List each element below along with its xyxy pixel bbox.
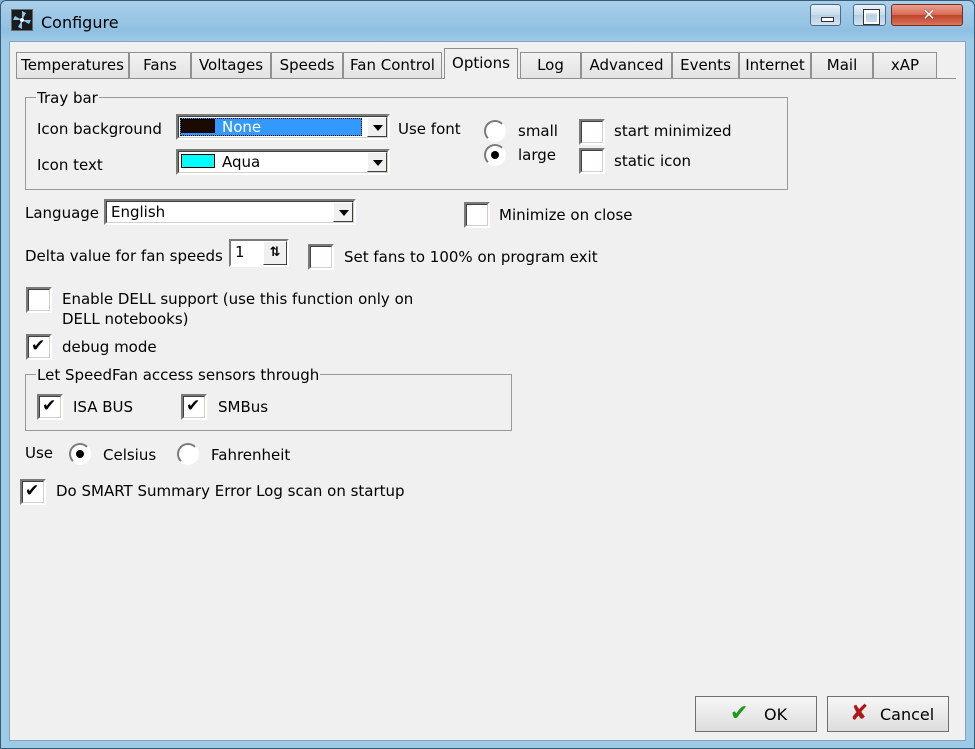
up-down-arrows-icon[interactable]: ⇅ xyxy=(263,241,287,265)
smart-scan-label: Do SMART Summary Error Log scan on start… xyxy=(56,482,405,500)
tab-xap[interactable]: xAP xyxy=(873,52,937,78)
tab-speeds[interactable]: Speeds xyxy=(271,52,343,78)
debug-mode-checkbox[interactable]: ✔ xyxy=(26,334,52,360)
set-fans-100-checkbox[interactable] xyxy=(308,244,334,270)
font-small-label: small xyxy=(518,122,558,140)
chevron-down-icon[interactable] xyxy=(367,152,387,172)
language-select[interactable]: English xyxy=(104,199,356,225)
dell-support-checkbox[interactable] xyxy=(26,287,52,313)
language-value: English xyxy=(111,203,166,221)
dell-support-label-line2: DELL notebooks) xyxy=(62,310,189,328)
checkmark-icon: ✔ xyxy=(25,481,40,501)
traybar-group xyxy=(25,97,788,190)
language-label: Language xyxy=(25,204,100,222)
icon-background-value: None xyxy=(222,118,262,136)
tab-log[interactable]: Log xyxy=(520,52,581,78)
isa-bus-label: ISA BUS xyxy=(73,398,134,416)
minimize-button[interactable] xyxy=(810,4,841,26)
icon-background-swatch xyxy=(181,119,215,133)
window-title: Configure xyxy=(41,13,119,32)
icon-text-swatch xyxy=(181,154,215,168)
static-icon-checkbox[interactable] xyxy=(579,148,605,174)
fahrenheit-label: Fahrenheit xyxy=(211,446,291,464)
title-bar[interactable]: Configure ✕ xyxy=(1,1,974,41)
font-large-radio[interactable] xyxy=(484,144,506,166)
tab-internet[interactable]: Internet xyxy=(739,52,811,78)
tab-advanced[interactable]: Advanced xyxy=(581,52,672,78)
ok-button[interactable]: ✔ OK xyxy=(695,696,817,732)
cancel-button[interactable]: ✘ Cancel xyxy=(827,696,949,732)
start-minimized-checkbox[interactable] xyxy=(579,119,605,145)
tab-mail[interactable]: Mail xyxy=(811,52,873,78)
font-small-radio[interactable] xyxy=(484,120,506,142)
isa-bus-checkbox[interactable]: ✔ xyxy=(37,394,63,420)
delta-label: Delta value for fan speeds xyxy=(25,247,223,265)
cancel-button-label: Cancel xyxy=(880,705,935,724)
debug-mode-label: debug mode xyxy=(62,338,157,356)
minimize-on-close-label: Minimize on close xyxy=(499,206,633,224)
dialog-client: Temperatures Fans Voltages Speeds Fan Co… xyxy=(9,41,966,741)
delta-spin-input[interactable]: 1 ⇅ xyxy=(229,239,289,267)
tab-voltages[interactable]: Voltages xyxy=(191,52,271,78)
dell-support-label-line1: Enable DELL support (use this function o… xyxy=(62,290,414,308)
radio-selected-dot xyxy=(491,151,499,159)
smbus-checkbox[interactable]: ✔ xyxy=(181,394,207,420)
static-icon-label: static icon xyxy=(614,152,692,170)
delta-value: 1 xyxy=(235,243,245,261)
close-icon: ✕ xyxy=(922,5,936,24)
icon-background-label: Icon background xyxy=(37,120,162,138)
smart-scan-checkbox[interactable]: ✔ xyxy=(20,479,46,505)
icon-background-select[interactable]: None xyxy=(176,114,390,140)
icon-text-label: Icon text xyxy=(37,156,103,174)
maximize-icon xyxy=(863,9,880,25)
set-fans-100-label: Set fans to 100% on program exit xyxy=(344,248,598,266)
minimize-on-close-checkbox[interactable] xyxy=(464,202,490,228)
sensors-group-title: Let SpeedFan access sensors through xyxy=(36,366,321,384)
chevron-down-icon[interactable] xyxy=(367,117,387,137)
chevron-down-icon[interactable] xyxy=(333,202,353,222)
font-large-label: large xyxy=(518,146,557,164)
close-button[interactable]: ✕ xyxy=(891,4,963,26)
cross-icon: ✘ xyxy=(850,701,869,726)
fahrenheit-radio[interactable] xyxy=(177,443,199,465)
use-font-label: Use font xyxy=(398,120,461,138)
tab-events[interactable]: Events xyxy=(672,52,739,78)
start-minimized-label: start minimized xyxy=(614,122,732,140)
tab-options[interactable]: Options xyxy=(444,48,518,79)
tab-fan-control[interactable]: Fan Control xyxy=(343,52,442,78)
checkmark-icon: ✔ xyxy=(42,396,57,416)
radio-selected-dot xyxy=(76,450,84,458)
ok-button-label: OK xyxy=(764,705,788,724)
icon-text-select[interactable]: Aqua xyxy=(176,149,390,175)
tab-fans[interactable]: Fans xyxy=(129,52,191,78)
checkmark-icon: ✔ xyxy=(31,336,46,356)
icon-text-value: Aqua xyxy=(222,153,261,171)
speedfan-app-icon xyxy=(11,9,33,31)
celsius-label: Celsius xyxy=(103,446,157,464)
tab-temperatures[interactable]: Temperatures xyxy=(16,52,129,78)
use-units-label: Use xyxy=(25,444,54,462)
checkmark-icon: ✔ xyxy=(730,701,749,726)
configure-window: Configure ✕ Temperatures Fans Voltages S… xyxy=(0,0,975,749)
celsius-radio[interactable] xyxy=(69,443,91,465)
minimize-icon xyxy=(821,17,834,22)
smbus-label: SMBus xyxy=(218,398,269,416)
maximize-button[interactable] xyxy=(853,4,886,26)
traybar-group-title: Tray bar xyxy=(36,89,99,107)
checkmark-icon: ✔ xyxy=(186,396,201,416)
